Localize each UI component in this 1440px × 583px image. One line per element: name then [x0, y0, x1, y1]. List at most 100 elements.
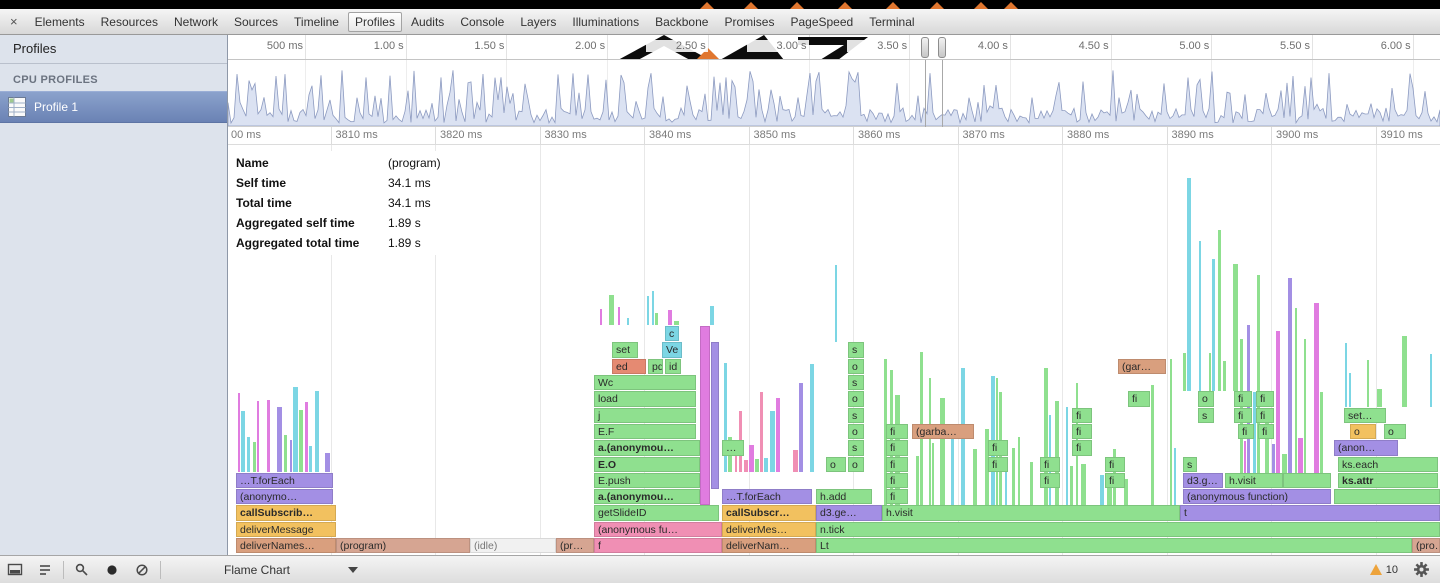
- flame-frame[interactable]: [627, 318, 629, 325]
- flame-frame[interactable]: [932, 443, 934, 505]
- flame-block-pr[interactable]: (pr…: [556, 538, 594, 553]
- flame-frame[interactable]: [799, 383, 803, 472]
- flame-block-o[interactable]: o: [1384, 424, 1406, 439]
- flame-block-program[interactable]: (program): [336, 538, 470, 553]
- flame-block-id[interactable]: id: [665, 359, 681, 374]
- flame-block-o[interactable]: o: [1350, 424, 1376, 439]
- flame-frame[interactable]: [652, 291, 654, 325]
- flame-frame[interactable]: [1199, 241, 1201, 391]
- warning-count[interactable]: 10: [1386, 564, 1398, 576]
- flame-block-getslideid[interactable]: getSlideID: [594, 505, 719, 520]
- flame-time-ruler[interactable]: 00 ms3810 ms3820 ms3830 ms3840 ms3850 ms…: [228, 127, 1440, 145]
- search-icon[interactable]: [67, 558, 97, 582]
- overview-time-ruler[interactable]: 500 ms1.00 s1.50 s2.00 s2.50 s3.00 s3.50…: [228, 35, 1440, 60]
- tab-elements[interactable]: Elements: [28, 12, 92, 32]
- flame-block-fi[interactable]: fi: [1105, 457, 1125, 472]
- gear-icon[interactable]: [1410, 558, 1432, 582]
- flame-frame[interactable]: [241, 411, 245, 472]
- flame-frame[interactable]: [710, 306, 714, 325]
- flame-block-fi[interactable]: fi: [886, 457, 908, 472]
- flame-block-callsubscrib[interactable]: callSubscrib…: [236, 505, 336, 520]
- flame-block-o[interactable]: o: [848, 391, 864, 406]
- flame-block-a-anonymou[interactable]: a.(anonymou…: [594, 489, 700, 504]
- flame-frame[interactable]: [1402, 336, 1407, 407]
- flame-block-anonymo[interactable]: (anonymo…: [236, 489, 333, 504]
- flame-frame[interactable]: [309, 446, 312, 472]
- flame-block-fi[interactable]: fi: [886, 440, 908, 455]
- flame-frame[interactable]: [325, 453, 330, 472]
- flame-frame[interactable]: [1066, 407, 1068, 505]
- flame-block-anonymous-function[interactable]: (anonymous function): [1183, 489, 1331, 504]
- flame-block-fi[interactable]: fi: [1105, 473, 1125, 488]
- flame-frame[interactable]: [1257, 275, 1260, 488]
- flame-block-set[interactable]: set…: [1344, 408, 1386, 423]
- tab-audits[interactable]: Audits: [404, 12, 451, 32]
- flame-frame[interactable]: [1345, 343, 1347, 407]
- flame-frame[interactable]: [1377, 389, 1382, 407]
- flame-block-item[interactable]: …: [722, 440, 744, 455]
- flame-block-ks-attr[interactable]: ks.attr: [1338, 473, 1438, 488]
- tab-console[interactable]: Console: [453, 12, 511, 32]
- flame-block-c[interactable]: c: [665, 326, 679, 341]
- view-mode-select[interactable]: Flame Chart: [220, 563, 362, 577]
- flame-frame[interactable]: [1005, 470, 1007, 505]
- flame-frame[interactable]: [724, 363, 727, 472]
- flame-block-n-tick[interactable]: n.tick: [816, 522, 1440, 537]
- flame-block-j[interactable]: j: [594, 408, 696, 423]
- flame-block-e-push[interactable]: E.push: [594, 473, 700, 488]
- flame-block-d3-g[interactable]: d3.g…: [1183, 473, 1223, 488]
- flame-block-h-add[interactable]: h.add: [816, 489, 872, 504]
- tab-resources[interactable]: Resources: [94, 12, 165, 32]
- tab-pagespeed[interactable]: PageSpeed: [783, 12, 860, 32]
- flame-frame[interactable]: [1018, 437, 1020, 505]
- clear-icon[interactable]: [127, 558, 157, 582]
- flame-frame[interactable]: [267, 400, 270, 472]
- flame-block-t-foreach[interactable]: …T.forEach: [722, 489, 812, 504]
- flame-frame[interactable]: [1223, 361, 1226, 391]
- flame-frame[interactable]: [1218, 230, 1221, 391]
- flame-block[interactable]: [711, 342, 719, 489]
- flame-frame[interactable]: [1187, 178, 1191, 391]
- flame-block-fi[interactable]: fi: [1072, 424, 1092, 439]
- flame-block-idle[interactable]: (idle): [470, 538, 556, 553]
- flame-frame[interactable]: [1209, 353, 1211, 391]
- flame-block-fi[interactable]: fi: [1072, 408, 1092, 423]
- flame-block-fi[interactable]: fi: [1072, 440, 1092, 455]
- flame-block-fi[interactable]: fi: [1040, 473, 1060, 488]
- flame-frame[interactable]: [764, 458, 768, 472]
- flame-block-fi[interactable]: fi: [1040, 457, 1060, 472]
- flame-block-anon[interactable]: (anon…: [1334, 440, 1398, 455]
- flame-frame[interactable]: [1030, 462, 1033, 505]
- flame-chart[interactable]: deliverNames…(program)(idle)(pr…fdeliver…: [228, 145, 1440, 555]
- flame-frame[interactable]: [1304, 339, 1306, 488]
- flame-frame[interactable]: [257, 401, 259, 472]
- flame-frame[interactable]: [674, 321, 679, 325]
- flame-frame[interactable]: [315, 391, 319, 472]
- flame-frame[interactable]: [290, 440, 292, 472]
- flame-frame[interactable]: [299, 410, 303, 472]
- flame-frame[interactable]: [668, 310, 672, 325]
- flame-block-garba[interactable]: (garba…: [912, 424, 974, 439]
- flame-frame[interactable]: [1212, 259, 1215, 391]
- flame-block-delivernam[interactable]: deliverNam…: [722, 538, 816, 553]
- flame-frame[interactable]: [835, 265, 837, 342]
- warning-icon[interactable]: [1370, 564, 1382, 575]
- flame-frame[interactable]: [776, 398, 780, 472]
- flame-block-e-f[interactable]: E.F: [594, 424, 696, 439]
- flame-frame[interactable]: [1233, 264, 1238, 391]
- flame-block-f[interactable]: f: [594, 538, 722, 553]
- flame-frame[interactable]: [916, 456, 919, 505]
- flame-frame[interactable]: [951, 435, 954, 505]
- flame-frame[interactable]: [929, 378, 931, 505]
- flame-frame[interactable]: [1430, 354, 1432, 407]
- flame-block-fi[interactable]: fi: [988, 440, 1008, 455]
- flame-frame[interactable]: [1151, 385, 1154, 505]
- flame-block-fi[interactable]: fi: [1238, 424, 1254, 439]
- flame-block-s[interactable]: s: [848, 408, 864, 423]
- flame-frame[interactable]: [1012, 448, 1015, 505]
- flame-block-callsubscr[interactable]: callSubscr…: [722, 505, 816, 520]
- flame-block-fi[interactable]: fi: [1128, 391, 1150, 406]
- selection-handle-left[interactable]: [921, 37, 929, 58]
- flame-block-ve[interactable]: Ve: [662, 342, 682, 357]
- flame-block-t-foreach[interactable]: …T.forEach: [236, 473, 333, 488]
